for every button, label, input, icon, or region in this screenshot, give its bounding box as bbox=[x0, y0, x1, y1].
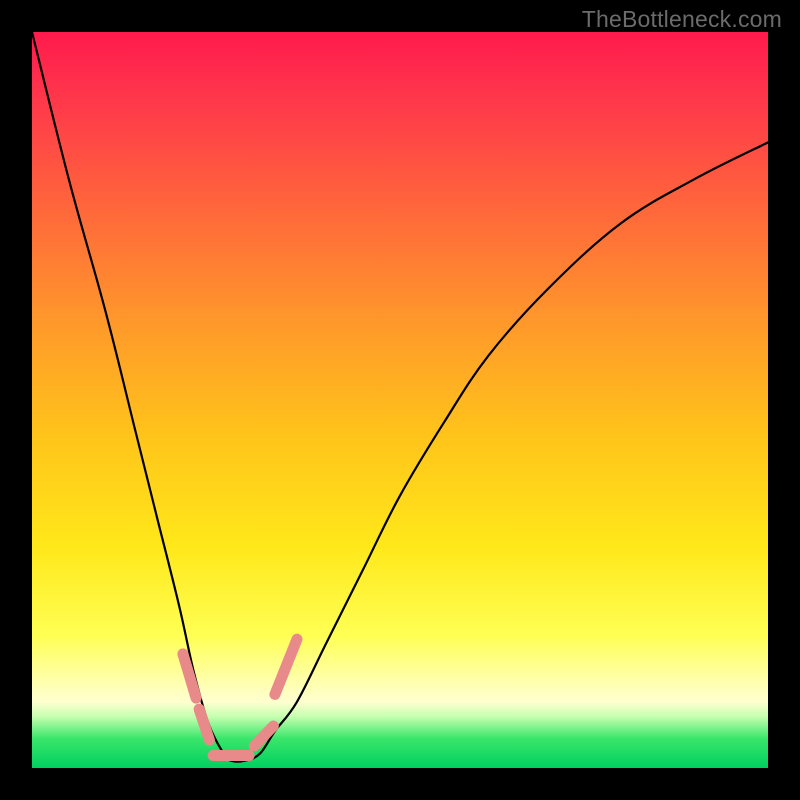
curve-marker-segment bbox=[275, 639, 297, 694]
curve-marker-segment bbox=[254, 726, 273, 746]
bottleneck-curve-line bbox=[32, 32, 768, 762]
curve-marker-segment bbox=[199, 709, 209, 740]
curve-markers bbox=[183, 639, 297, 755]
watermark-text: TheBottleneck.com bbox=[582, 6, 782, 33]
chart-plot-area bbox=[32, 32, 768, 768]
curve-marker-segment bbox=[183, 654, 196, 698]
bottleneck-curve-svg bbox=[32, 32, 768, 768]
